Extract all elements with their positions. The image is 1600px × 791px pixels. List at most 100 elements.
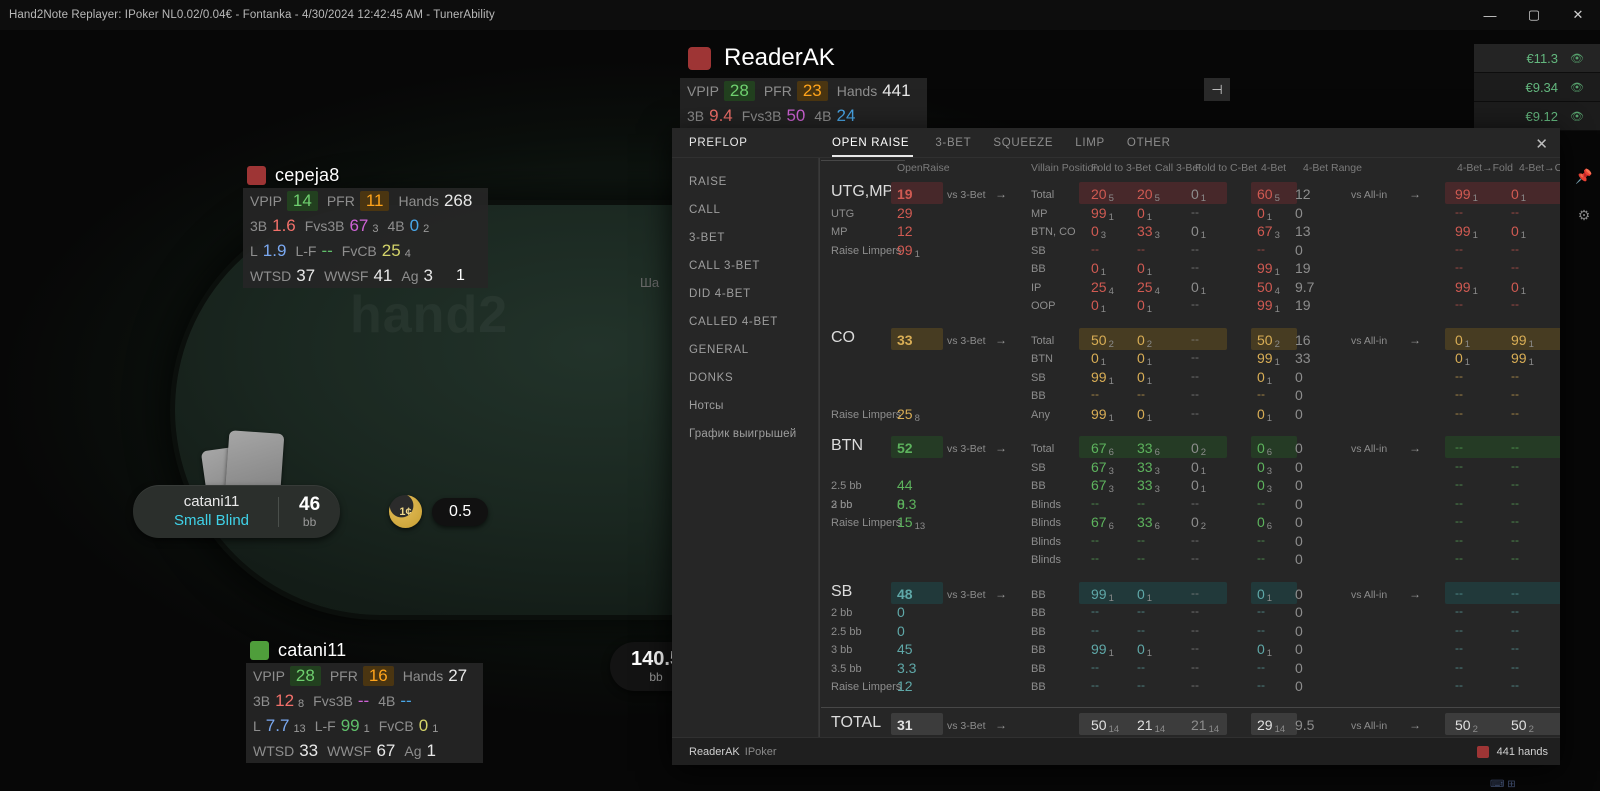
- sidebar-item-raise[interactable]: RAISE: [672, 168, 818, 196]
- footer-hands: 441 hands: [1476, 745, 1548, 758]
- hud-cepeja8[interactable]: cepeja8 VPIP 14 PFR 11 Hands 268 3B 1.6 Fvs3B 67 3…: [243, 165, 489, 288]
- sidebar-item-3-bet[interactable]: 3-BET: [672, 224, 818, 252]
- four-bet-value: 50 4: [1257, 279, 1280, 297]
- popup-close-icon[interactable]: ✕: [1535, 135, 1548, 153]
- sidebar-item-call[interactable]: CALL: [672, 196, 818, 224]
- player-color-swatch: [250, 641, 269, 660]
- balance-list: €11.3 👁 €9.34 👁 €9.12 👁: [1474, 44, 1600, 131]
- close-button[interactable]: ✕: [1556, 0, 1600, 30]
- four-bet-fold-value: --: [1455, 477, 1463, 491]
- stat-value: 12: [897, 223, 913, 239]
- hud-stat-value: 24: [836, 105, 856, 125]
- sidebar-item-donks[interactable]: DONKS: [672, 364, 818, 392]
- four-bet-value: 03: [1257, 477, 1272, 495]
- tab-open-raise[interactable]: OPEN RAISE: [832, 137, 935, 157]
- popup-player-nickname: ReaderAK: [724, 44, 835, 71]
- stat-value: 9.5: [1295, 716, 1315, 733]
- hud-stat-value: 14: [286, 190, 318, 211]
- hud-stat-value: 11: [359, 190, 390, 211]
- fold-to-cbet-value: --: [1191, 369, 1199, 383]
- hud-stat-label: VPIP: [687, 82, 719, 99]
- balance-row[interactable]: €9.12 👁: [1474, 102, 1600, 131]
- stat-value: --: [1455, 387, 1463, 401]
- fold-to-cbet-value: 21 14: [1191, 717, 1219, 735]
- stat-value: 99: [1511, 331, 1527, 348]
- sidebar-item-called-4-bet[interactable]: CALLED 4-BET: [672, 308, 818, 336]
- stat-sample: 14: [1154, 723, 1166, 735]
- stat-value: 0: [1455, 350, 1463, 366]
- stat-value: --: [1511, 532, 1519, 547]
- popup-hud-stats: VPIP 28 PFR 23 Hands 441 3B 9.4 Fvs3B 50 4B 24: [680, 78, 927, 128]
- stat-value: 99: [1091, 204, 1107, 221]
- sidebar-item-did-4-bet[interactable]: DID 4-BET: [672, 280, 818, 308]
- stat-value: 50: [1511, 716, 1527, 733]
- hud-stat-value: 99: [340, 715, 360, 735]
- minimize-button[interactable]: —: [1468, 0, 1512, 30]
- sidebar-item-график-выигрышей[interactable]: График выигрышей: [672, 420, 818, 448]
- villain-position-label: BB: [1031, 681, 1046, 693]
- call-3bet-value: --: [1137, 533, 1145, 547]
- sidebar-item-general[interactable]: GENERAL: [672, 336, 818, 364]
- call-3bet-value: 01: [1137, 586, 1152, 604]
- sidebar-header-preflop[interactable]: PREFLOP: [672, 128, 818, 157]
- open-raise-value: 33: [897, 332, 913, 348]
- tab-limp[interactable]: LIMP: [1075, 137, 1127, 157]
- call-3bet-value: 33 6: [1137, 514, 1160, 532]
- vs-3bet-label: vs 3-Bet: [947, 719, 986, 732]
- eye-icon[interactable]: 👁: [1570, 110, 1584, 123]
- stat-value: --: [1191, 678, 1199, 692]
- fold-to-cbet-value: --: [1191, 242, 1199, 256]
- stat-value: --: [1091, 532, 1099, 547]
- hud-catani11[interactable]: catani11 VPIP 28 PFR 16 Hands 27 3B 12 8 Fvs3B -- 4…: [246, 640, 484, 763]
- tab-squeeze[interactable]: SQUEEZE: [993, 137, 1075, 157]
- layout-tool-icon[interactable]: ⊣: [1204, 78, 1230, 101]
- stat-value: 0: [1511, 278, 1519, 295]
- stat-value: 67: [1091, 440, 1107, 456]
- fold-to-3bet-value: 991: [1091, 204, 1114, 223]
- stat-value: 0: [1137, 735, 1145, 737]
- sidebar-item-call-3-bet[interactable]: CALL 3-BET: [672, 252, 818, 280]
- four-bet-fold-value: --: [1455, 678, 1463, 692]
- hud-stat-sample: 8: [298, 697, 305, 710]
- balance-amount: €9.34: [1525, 79, 1559, 95]
- call-3bet-value: --: [1137, 660, 1145, 674]
- stat-value: --: [1455, 241, 1463, 256]
- stats-grid-area[interactable]: OpenRaise Villain Position Fold to 3-Bet Ca…: [818, 158, 1560, 737]
- stat-value: 45: [897, 641, 913, 657]
- villain-position-label: BB: [1031, 644, 1046, 656]
- four-bet-range-value: 19: [1295, 260, 1311, 276]
- left-row-value: 45: [897, 641, 913, 657]
- balance-row[interactable]: €11.3 👁: [1474, 44, 1600, 73]
- fold-to-3bet-value: 01: [1091, 350, 1106, 368]
- arrow-icon: →: [1409, 586, 1421, 601]
- felt-note: Ша: [640, 275, 660, 290]
- fold-to-3bet-value: --: [1091, 551, 1099, 565]
- vs-3bet-label: vs 3-Bet: [947, 588, 986, 601]
- stat-value: --: [1091, 604, 1099, 618]
- sidebar-item-нотсы[interactable]: Нотсы: [672, 392, 818, 420]
- hud-stat-label: PFR: [326, 192, 355, 209]
- stat-value: --: [1137, 551, 1145, 565]
- left-row-label: 2 bb: [831, 607, 853, 619]
- four-bet-fold-value: --: [1455, 369, 1463, 383]
- player-color-swatch: [1476, 745, 1489, 758]
- fold-to-3bet-value: --: [1091, 660, 1099, 674]
- stat-value: 20: [1137, 186, 1153, 202]
- four-bet-fold-value: --: [1455, 496, 1463, 510]
- four-bet-range-value: 0: [1295, 440, 1303, 456]
- maximize-button[interactable]: ▢: [1512, 0, 1556, 30]
- tab-other[interactable]: OTHER: [1127, 137, 1193, 157]
- tab-3-bet[interactable]: 3-BET: [935, 137, 993, 157]
- four-bet-call-value: --: [1511, 440, 1519, 454]
- fold-to-3bet-value: 50 2: [1091, 332, 1114, 350]
- left-row-label: Raise Limpers: [831, 681, 902, 693]
- hud-stat-value: 12: [275, 690, 295, 710]
- four-bet-fold-value: 01: [1455, 332, 1470, 350]
- seat-plate[interactable]: catani11 Small Blind 46 bb: [133, 485, 341, 538]
- eye-icon[interactable]: 👁: [1570, 52, 1584, 65]
- gear-icon[interactable]: ⚙: [1578, 207, 1591, 224]
- section-label-sb: SB: [831, 582, 853, 600]
- balance-row[interactable]: €9.34 👁: [1474, 73, 1600, 102]
- eye-icon[interactable]: 👁: [1570, 81, 1584, 94]
- pin-icon[interactable]: 📌: [1575, 168, 1592, 185]
